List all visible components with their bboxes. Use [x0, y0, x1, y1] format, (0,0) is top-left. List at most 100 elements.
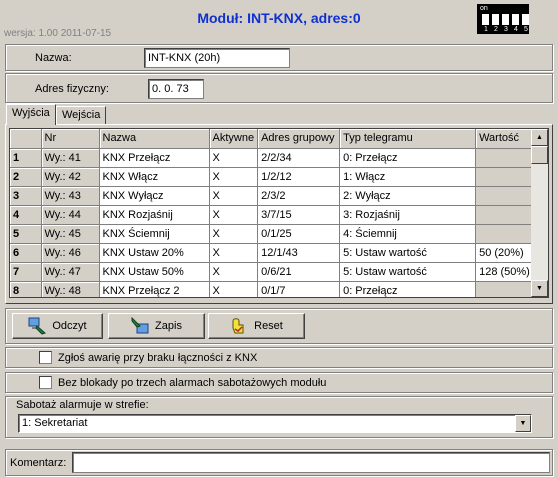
row-nr[interactable]: Wy.: 45 [41, 224, 100, 244]
name-label: Nazwa: [35, 52, 72, 64]
col-header-index [10, 129, 42, 149]
row-name[interactable]: KNX Ustaw 50% [99, 262, 210, 282]
tamper-zone-select[interactable]: 1: Sekretariat ▼ [18, 414, 532, 433]
col-header-group-address[interactable]: Adres grupowy [257, 129, 341, 149]
row-group-address[interactable]: 2/3/2 [257, 186, 341, 206]
row-telegram-type[interactable]: 1: Włącz [339, 167, 477, 187]
table-row[interactable]: 5 Wy.: 45 KNX Ściemnij X 0/1/25 4: Ściem… [10, 224, 535, 244]
no-block-checkbox[interactable] [39, 376, 52, 389]
row-active[interactable]: X [209, 281, 259, 297]
row-group-address[interactable]: 0/1/7 [257, 281, 341, 297]
row-value [475, 224, 535, 244]
row-name[interactable]: KNX Przełącz [99, 148, 210, 168]
col-header-telegram-type[interactable]: Typ telegramu [339, 129, 477, 149]
scroll-thumb[interactable] [531, 146, 548, 164]
row-active[interactable]: X [209, 205, 259, 225]
row-name[interactable]: KNX Włącz [99, 167, 210, 187]
row-group-address[interactable]: 12/1/43 [257, 243, 341, 263]
row-telegram-type[interactable]: 0: Przełącz [339, 281, 477, 297]
row-active[interactable]: X [209, 243, 259, 263]
row-value[interactable]: 128 (50%) [475, 262, 535, 282]
report-failure-option[interactable]: Zgłoś awarię przy braku łączności z KNX [39, 351, 257, 364]
row-value [475, 148, 535, 168]
dip-switch-4 [512, 14, 519, 25]
table-row[interactable]: 7 Wy.: 47 KNX Ustaw 50% X 0/6/21 5: Usta… [10, 262, 535, 282]
save-button[interactable]: Zapis [108, 313, 205, 339]
row-index: 5 [10, 224, 42, 244]
table-row[interactable]: 2 Wy.: 42 KNX Włącz X 1/2/12 1: Włącz [10, 167, 535, 187]
row-active[interactable]: X [209, 224, 259, 244]
table-row[interactable]: 8 Wy.: 48 KNX Przełącz 2 X 0/1/7 0: Prze… [10, 281, 535, 297]
table-header-row: Nr Nazwa Aktywne Adres grupowy Typ teleg… [10, 129, 535, 149]
save-icon [131, 317, 149, 334]
tab-inputs[interactable]: Wejścia [56, 106, 107, 125]
table-scrollbar[interactable]: ▲ ▼ [531, 129, 548, 297]
reset-button[interactable]: Reset [208, 313, 305, 339]
name-input[interactable]: INT-KNX (20h) [144, 48, 290, 68]
dip-num-1: 1 [484, 26, 488, 33]
outputs-grid: Nr Nazwa Aktywne Adres grupowy Typ teleg… [9, 128, 549, 298]
row-name[interactable]: KNX Przełącz 2 [99, 281, 210, 297]
scroll-down-arrow-icon[interactable]: ▼ [531, 280, 548, 297]
row-telegram-type[interactable]: 3: Rozjaśnij [339, 205, 477, 225]
read-icon [28, 317, 47, 335]
table-row[interactable]: 4 Wy.: 44 KNX Rozjaśnij X 3/7/15 3: Rozj… [10, 205, 535, 225]
row-active[interactable]: X [209, 148, 259, 168]
row-telegram-type[interactable]: 5: Ustaw wartość [339, 262, 477, 282]
row-index: 6 [10, 243, 42, 263]
col-header-active[interactable]: Aktywne [209, 129, 259, 149]
row-nr[interactable]: Wy.: 42 [41, 167, 100, 187]
row-group-address[interactable]: 3/7/15 [257, 205, 341, 225]
row-group-address[interactable]: 1/2/12 [257, 167, 341, 187]
dip-switch-2 [492, 14, 499, 25]
row-group-address[interactable]: 0/6/21 [257, 262, 341, 282]
row-telegram-type[interactable]: 4: Ściemnij [339, 224, 477, 244]
row-value [475, 281, 535, 297]
address-input[interactable]: 0. 0. 73 [148, 79, 204, 99]
read-button[interactable]: Odczyt [12, 313, 103, 339]
row-nr[interactable]: Wy.: 41 [41, 148, 100, 168]
row-index: 2 [10, 167, 42, 187]
row-name[interactable]: KNX Rozjaśnij [99, 205, 210, 225]
row-active[interactable]: X [209, 186, 259, 206]
report-failure-checkbox[interactable] [39, 351, 52, 364]
row-nr[interactable]: Wy.: 44 [41, 205, 100, 225]
comment-input[interactable] [72, 452, 550, 473]
dip-num-3: 3 [504, 26, 508, 33]
row-telegram-type[interactable]: 5: Ustaw wartość [339, 243, 477, 263]
row-group-address[interactable]: 2/2/34 [257, 148, 341, 168]
save-label: Zapis [155, 320, 182, 332]
row-nr[interactable]: Wy.: 47 [41, 262, 100, 282]
row-value [475, 186, 535, 206]
row-nr[interactable]: Wy.: 48 [41, 281, 100, 297]
row-nr[interactable]: Wy.: 46 [41, 243, 100, 263]
version-label: wersja: 1.00 2011-07-15 [4, 28, 112, 39]
table-row[interactable]: 1 Wy.: 41 KNX Przełącz X 2/2/34 0: Przeł… [10, 148, 535, 168]
chevron-down-icon[interactable]: ▼ [515, 415, 531, 432]
row-telegram-type[interactable]: 0: Przełącz [339, 148, 477, 168]
row-active[interactable]: X [209, 262, 259, 282]
col-header-value[interactable]: Wartość [475, 129, 535, 149]
table-row[interactable]: 6 Wy.: 46 KNX Ustaw 20% X 12/1/43 5: Ust… [10, 243, 535, 263]
col-header-name[interactable]: Nazwa [99, 129, 210, 149]
scroll-up-arrow-icon[interactable]: ▲ [531, 129, 548, 146]
dip-switch-1 [482, 14, 489, 25]
row-name[interactable]: KNX Ściemnij [99, 224, 210, 244]
col-header-nr[interactable]: Nr [41, 129, 100, 149]
row-name[interactable]: KNX Ustaw 20% [99, 243, 210, 263]
reset-icon [232, 318, 244, 334]
tab-outputs[interactable]: Wyjścia [6, 104, 56, 125]
dip-switch-5 [522, 14, 529, 25]
no-block-option[interactable]: Bez blokady po trzech alarmach sabotażow… [39, 376, 326, 389]
row-name[interactable]: KNX Wyłącz [99, 186, 210, 206]
comment-label: Komentarz: [10, 457, 67, 469]
row-index: 3 [10, 186, 42, 206]
dip-num-4: 4 [514, 26, 518, 33]
row-nr[interactable]: Wy.: 43 [41, 186, 100, 206]
row-group-address[interactable]: 0/1/25 [257, 224, 341, 244]
module-window: Moduł: INT-KNX, adres:0 wersja: 1.00 201… [0, 0, 558, 478]
row-active[interactable]: X [209, 167, 259, 187]
row-telegram-type[interactable]: 2: Wyłącz [339, 186, 477, 206]
row-value[interactable]: 50 (20%) [475, 243, 535, 263]
table-row[interactable]: 3 Wy.: 43 KNX Wyłącz X 2/3/2 2: Wyłącz [10, 186, 535, 206]
